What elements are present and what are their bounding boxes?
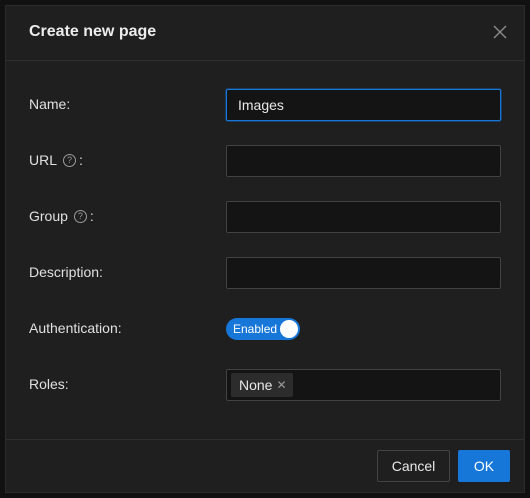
role-tag-label: None (239, 377, 273, 393)
form-row-url: URL ? : (29, 145, 506, 177)
group-input[interactable] (226, 201, 501, 233)
name-input[interactable] (226, 89, 501, 121)
dialog-footer: Cancel OK (6, 439, 524, 492)
cancel-button[interactable]: Cancel (377, 450, 450, 482)
description-input[interactable] (226, 257, 501, 289)
name-label: Name: (29, 96, 70, 112)
close-icon[interactable] (492, 24, 508, 40)
description-label-text: Description: (29, 264, 103, 280)
url-input[interactable] (226, 145, 501, 177)
authentication-toggle[interactable]: Enabled (226, 318, 300, 340)
name-label-text: Name: (29, 96, 71, 112)
url-label-colon: : (79, 152, 83, 168)
form-row-roles: Roles: None ✕ (29, 369, 506, 401)
dialog-title: Create new page (29, 23, 157, 40)
form-row-authentication: Authentication: Enabled (29, 313, 506, 345)
group-label: Group ? : (29, 208, 94, 224)
roles-label-text: Roles: (29, 376, 69, 392)
authentication-label-text: Authentication: (29, 320, 122, 336)
form-row-description: Description: (29, 257, 506, 289)
create-page-dialog: Create new page Name: URL ? : (5, 5, 525, 493)
form-row-name: Name: (29, 89, 506, 121)
form-row-group: Group ? : (29, 201, 506, 233)
ok-button[interactable]: OK (458, 450, 510, 482)
roles-select[interactable]: None ✕ (226, 369, 501, 401)
toggle-knob (280, 320, 298, 338)
dialog-body: Name: URL ? : Group ? : Descripti (6, 61, 524, 441)
roles-label: Roles: (29, 376, 69, 392)
role-tag: None ✕ (231, 373, 293, 397)
question-circle-icon[interactable]: ? (63, 153, 77, 167)
dialog-header: Create new page (6, 6, 524, 61)
group-label-text: Group (29, 208, 68, 224)
url-label-text: URL (29, 152, 58, 168)
close-icon[interactable]: ✕ (276, 379, 286, 391)
question-circle-icon[interactable]: ? (73, 209, 87, 223)
description-label: Description: (29, 264, 103, 280)
url-label: URL ? : (29, 152, 83, 168)
group-label-colon: : (89, 208, 94, 224)
authentication-label: Authentication: (29, 320, 122, 336)
toggle-text: Enabled (233, 322, 278, 336)
